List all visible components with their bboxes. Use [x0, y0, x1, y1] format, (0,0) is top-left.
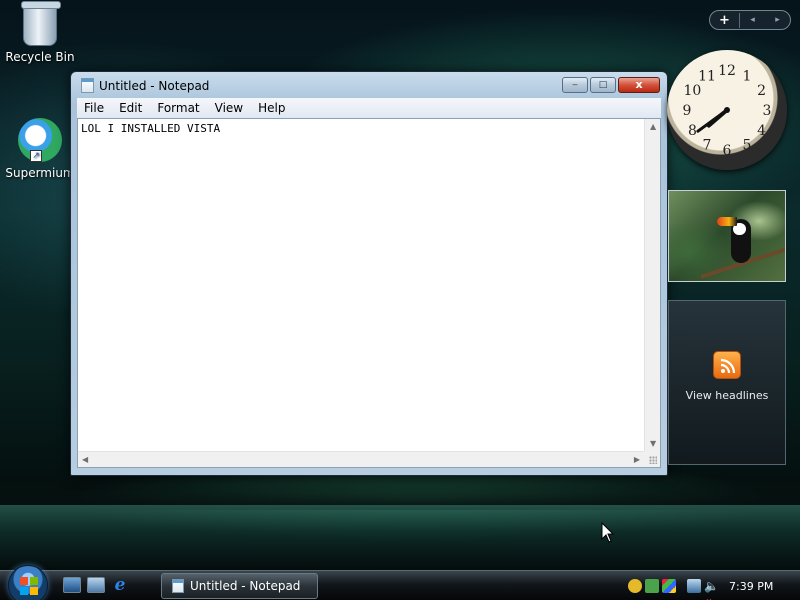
notepad-window[interactable]: Untitled - Notepad ‒ □ x File Edit Forma… [70, 71, 668, 476]
desktop-mountains [0, 470, 800, 510]
horizontal-scrollbar[interactable]: ◀ ▶ [78, 451, 644, 467]
menu-edit[interactable]: Edit [112, 101, 150, 115]
supermium-browser-icon: ↗ [18, 118, 62, 162]
notepad-icon [81, 78, 94, 93]
start-button[interactable] [8, 565, 48, 600]
scroll-down-arrow-icon[interactable]: ▼ [650, 439, 656, 448]
system-tray: 🔈 7:39 PM [628, 575, 800, 597]
volume-muted-icon[interactable]: 🔈 [704, 579, 719, 593]
minimize-button[interactable]: ‒ [562, 77, 588, 93]
sidebar-next-button[interactable]: ▸ [765, 15, 790, 25]
clock-numeral: 3 [763, 103, 772, 119]
window-titlebar[interactable]: Untitled - Notepad ‒ □ x [71, 72, 667, 98]
clock-numeral: 7 [703, 138, 712, 154]
desktop-icon-label: Supermium [5, 166, 75, 180]
view-headlines-link[interactable]: View headlines [669, 389, 785, 402]
add-gadget-button[interactable]: + [710, 12, 740, 28]
security-shield-icon[interactable] [628, 579, 642, 593]
text-editor[interactable]: LOL I INSTALLED VISTA ▲ ▼ ◀ ▶ [77, 118, 661, 468]
sidebar-prev-button[interactable]: ◂ [740, 15, 765, 25]
clock-numeral: 6 [723, 143, 732, 159]
clock-numeral: 2 [757, 83, 766, 99]
taskbar-button-label: Untitled - Notepad [190, 579, 301, 593]
windows-update-icon[interactable] [645, 579, 659, 593]
menu-help[interactable]: Help [251, 101, 293, 115]
taskbar-button-notepad[interactable]: Untitled - Notepad [161, 573, 318, 599]
clock-numeral: 12 [718, 63, 736, 79]
clock-numeral: 5 [743, 138, 752, 154]
windows-logo-icon [20, 577, 38, 595]
rss-icon [713, 351, 741, 379]
clock-face: 12 12 3 45678 9 1011 [683, 63, 772, 159]
maximize-button[interactable]: □ [590, 77, 616, 93]
clock-numeral: 9 [683, 103, 692, 119]
clock-gadget[interactable]: 12 1 2 3 4 5 6 7 8 9 10 11 [667, 50, 787, 170]
quick-launch: e [63, 577, 129, 594]
network-icon[interactable] [687, 579, 701, 593]
slideshow-gadget[interactable] [668, 190, 786, 282]
taskbar: e Untitled - Notepad 🔈 7:39 PM [0, 565, 800, 600]
clock-minute-hand [696, 108, 729, 133]
feed-headlines-gadget[interactable]: View headlines [668, 300, 786, 465]
recycle-bin-icon [21, 1, 61, 46]
desktop-lake-reflection [0, 505, 800, 570]
shortcut-arrow-icon: ↗ [30, 150, 42, 162]
menu-view[interactable]: View [208, 101, 251, 115]
taskbar-clock[interactable]: 7:39 PM [729, 580, 773, 593]
menu-file[interactable]: File [77, 101, 112, 115]
window-title: Untitled - Notepad [99, 79, 210, 93]
menu-bar: File Edit Format View Help [77, 98, 661, 118]
desktop-icon-label: Recycle Bin [5, 50, 75, 64]
scroll-up-arrow-icon[interactable]: ▲ [650, 122, 656, 131]
clock-numeral: 8 [688, 123, 697, 139]
scroll-right-arrow-icon[interactable]: ▶ [634, 455, 640, 464]
scroll-left-arrow-icon[interactable]: ◀ [82, 455, 88, 464]
internet-explorer-icon[interactable]: e [111, 577, 129, 594]
desktop-icon-supermium[interactable]: ↗ Supermium [5, 118, 75, 180]
desktop-icon-recycle-bin[interactable]: Recycle Bin [5, 1, 75, 64]
notepad-icon [172, 579, 184, 593]
security-center-icon[interactable] [662, 579, 676, 593]
clock-numeral: 4 [757, 123, 766, 139]
window-controls: ‒ □ x [562, 77, 660, 93]
vertical-scrollbar[interactable]: ▲ ▼ [644, 119, 660, 451]
sidebar-controls: + ◂ ▸ [709, 10, 791, 30]
switch-windows-icon[interactable] [87, 577, 105, 593]
clock-numeral: 1 [743, 68, 752, 84]
close-button[interactable]: x [618, 77, 660, 93]
clock-center-pin [724, 107, 730, 113]
clock-numeral: 10 [683, 83, 701, 99]
menu-format[interactable]: Format [150, 101, 207, 115]
toucan-beak [717, 217, 737, 226]
resize-grip[interactable] [644, 451, 660, 467]
clock-numeral: 11 [698, 68, 716, 84]
show-desktop-icon[interactable] [63, 577, 81, 593]
mouse-cursor-icon [601, 522, 615, 543]
document-text[interactable]: LOL I INSTALLED VISTA [81, 122, 220, 135]
